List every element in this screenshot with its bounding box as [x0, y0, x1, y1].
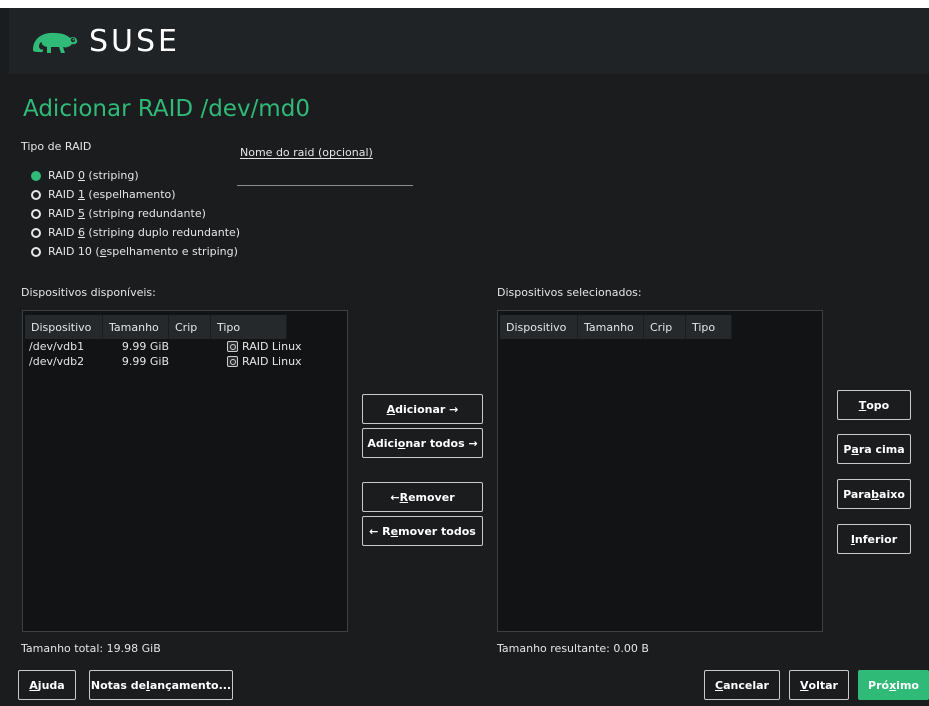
column-header-size[interactable]: Tamanho	[578, 315, 644, 339]
radio-label: RAID 1 (espelhamento)	[48, 188, 176, 201]
move-up-button[interactable]: Pa ra cima	[837, 434, 911, 464]
column-header-device[interactable]: Dispositivo	[500, 315, 578, 339]
radio-label: RAID 5 (striping redundante)	[48, 207, 206, 220]
table-row[interactable]: /dev/vdb2 9.99 GiB RAID Linux	[25, 354, 347, 369]
resulting-size-label: Tamanho resultante: 0.00 B	[497, 642, 649, 655]
raid-type-radio-group: RAID 0 (striping) RAID 1 (espelhamento) …	[31, 166, 240, 261]
radio-unselected-icon[interactable]	[31, 246, 41, 257]
radio-raid-1[interactable]: RAID 1 (espelhamento)	[31, 185, 240, 204]
window-frame	[0, 0, 929, 8]
hard-disk-icon	[227, 341, 238, 352]
cell-size: 9.99 GiB	[121, 340, 169, 353]
add-button[interactable]: Adicionar →	[362, 394, 483, 424]
radio-raid-6[interactable]: RAID 6 (striping duplo redundante)	[31, 223, 240, 242]
column-header-type[interactable]: Tipo	[686, 315, 732, 339]
suse-chameleon-icon	[33, 32, 78, 53]
radio-unselected-icon[interactable]	[31, 208, 41, 219]
cell-device: /dev/vdb2	[29, 355, 85, 368]
radio-unselected-icon[interactable]	[31, 227, 41, 238]
next-button[interactable]: Pró x imo	[858, 670, 929, 700]
main-content: Adicionar RAID /dev/md0 Tipo de RAID RAI…	[9, 74, 929, 706]
raid-name-input[interactable]	[237, 166, 413, 186]
release-notes-button[interactable]: Notas de l ançamento...	[89, 670, 233, 700]
move-down-button[interactable]: Para b aixo	[837, 479, 911, 509]
cell-device: /dev/vdb1	[29, 340, 85, 353]
column-header-device[interactable]: Dispositivo	[25, 315, 103, 339]
radio-raid-10[interactable]: RAID 10 (espelhamento e striping)	[31, 242, 240, 261]
move-bottom-button[interactable]: Inferior	[837, 524, 911, 554]
brand-name: SUSE	[89, 23, 180, 59]
back-button[interactable]: Voltar	[789, 670, 849, 700]
raid-name-label: Nome do raid (opcional)	[240, 146, 373, 159]
help-button[interactable]: Ajuda	[18, 670, 76, 700]
page-title: Adicionar RAID /dev/md0	[23, 96, 310, 122]
column-header-crypt[interactable]: Crip	[644, 315, 686, 339]
radio-label: RAID 6 (striping duplo redundante)	[48, 226, 241, 239]
table-header: Dispositivo Tamanho Crip Tipo	[500, 315, 822, 339]
remove-button[interactable]: ← Remover	[362, 482, 483, 512]
selected-devices-table[interactable]: Dispositivo Tamanho Crip Tipo	[497, 310, 823, 632]
brand: SUSE	[29, 24, 180, 59]
cell-type: RAID Linux	[223, 355, 323, 368]
radio-raid-5[interactable]: RAID 5 (striping redundante)	[31, 204, 240, 223]
raid-type-label: Tipo de RAID	[21, 140, 92, 153]
header-bar: SUSE	[9, 8, 929, 74]
column-header-size[interactable]: Tamanho	[103, 315, 169, 339]
column-header-type[interactable]: Tipo	[211, 315, 287, 339]
available-devices-label: Dispositivos disponíveis:	[21, 286, 156, 299]
table-header: Dispositivo Tamanho Crip Tipo	[25, 315, 347, 339]
radio-selected-icon[interactable]	[31, 170, 41, 181]
radio-unselected-icon[interactable]	[31, 189, 41, 200]
add-all-button[interactable]: Adici o nar todos →	[362, 428, 483, 458]
column-header-crypt[interactable]: Crip	[169, 315, 211, 339]
cell-type: RAID Linux	[223, 340, 323, 353]
radio-label: RAID 0 (striping)	[48, 169, 139, 182]
total-size-label: Tamanho total: 19.98 GiB	[21, 642, 161, 655]
radio-raid-0[interactable]: RAID 0 (striping)	[31, 166, 240, 185]
available-devices-table[interactable]: Dispositivo Tamanho Crip Tipo /dev/vdb1 …	[22, 310, 348, 632]
hard-disk-icon	[227, 356, 238, 367]
remove-all-button[interactable]: ← Re mover todos	[362, 516, 483, 546]
radio-label: RAID 10 (espelhamento e striping)	[48, 245, 238, 258]
cancel-button[interactable]: Cancelar	[704, 670, 780, 700]
move-top-button[interactable]: Topo	[837, 390, 911, 420]
selected-devices-label: Dispositivos selecionados:	[497, 286, 642, 299]
table-row[interactable]: /dev/vdb1 9.99 GiB RAID Linux	[25, 339, 347, 354]
cell-size: 9.99 GiB	[121, 355, 169, 368]
